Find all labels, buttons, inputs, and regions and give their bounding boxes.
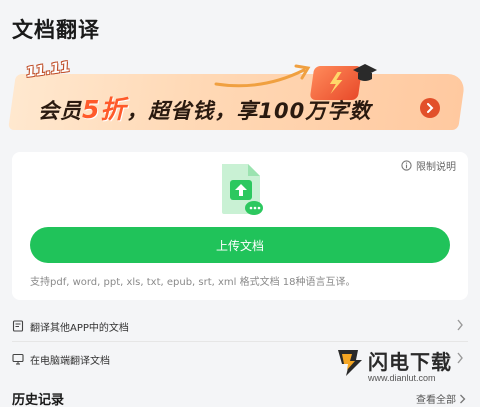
chevron-right-icon bbox=[460, 394, 466, 403]
list-item-translate-other-app[interactable]: 翻译其他APP中的文档 bbox=[12, 311, 468, 341]
list-divider bbox=[12, 341, 468, 342]
banner-arrow-button[interactable] bbox=[420, 98, 440, 118]
watermark-title: 闪电下载 bbox=[368, 350, 452, 374]
limit-label: 限制说明 bbox=[416, 162, 456, 173]
upload-card: 限制说明 上传文档 支持pdf, word, ppt, xls, txt, ep… bbox=[12, 152, 468, 300]
swoosh-arrow-icon bbox=[214, 64, 311, 88]
list-item-label: 在电脑端翻译文档 bbox=[30, 355, 110, 367]
limit-info-link[interactable]: 限制说明 bbox=[401, 158, 456, 173]
view-all-label: 查看全部 bbox=[416, 395, 456, 406]
watermark: 闪电下载 www.dianlut.com bbox=[334, 346, 474, 388]
banner-text-part2: ，超省钱，享100万字数 bbox=[126, 99, 372, 123]
chevron-right-icon bbox=[427, 103, 434, 113]
banner-highlight: 5折 bbox=[82, 95, 127, 124]
upload-document-icon bbox=[222, 164, 263, 215]
document-icon bbox=[12, 320, 24, 332]
lightning-logo-icon bbox=[338, 350, 362, 376]
list-item-label: 翻译其他APP中的文档 bbox=[30, 322, 129, 334]
view-all-link[interactable]: 查看全部 bbox=[416, 391, 466, 406]
promo-banner[interactable]: 11.11 会员5折，超省钱，享100万字数 bbox=[8, 59, 466, 132]
page-title: 文档翻译 bbox=[12, 18, 100, 42]
monitor-icon bbox=[12, 353, 24, 365]
upload-document-button[interactable]: 上传文档 bbox=[30, 227, 450, 263]
graduation-cap-icon bbox=[353, 64, 377, 81]
banner-text-part1: 会员 bbox=[38, 99, 82, 123]
banner-headline: 会员5折，超省钱，享100万字数 bbox=[38, 90, 371, 126]
chevron-right-icon bbox=[457, 319, 463, 331]
info-icon bbox=[401, 160, 412, 171]
supported-formats-text: 支持pdf, word, ppt, xls, txt, epub, srt, x… bbox=[30, 277, 356, 288]
watermark-url: www.dianlut.com bbox=[368, 373, 436, 383]
history-title: 历史记录 bbox=[12, 393, 65, 407]
